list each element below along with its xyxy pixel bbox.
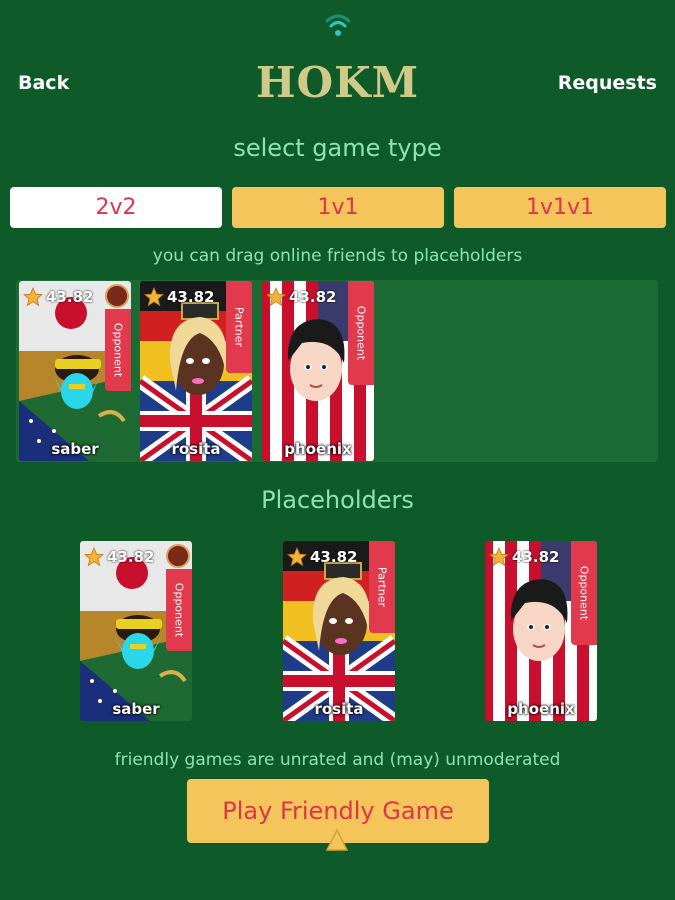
drag-hint: you can drag online friends to placehold… bbox=[152, 246, 523, 266]
placeholder-slot-phoenix[interactable]: 43.82 Opponent phoenix bbox=[485, 541, 597, 721]
role-label: Partner bbox=[375, 567, 389, 607]
role-label: Opponent bbox=[111, 322, 125, 378]
role-label: Opponent bbox=[577, 565, 591, 621]
placeholders-heading: Placeholders bbox=[261, 486, 414, 514]
role-tab: Opponent bbox=[348, 281, 374, 385]
rating-value: 43.82 bbox=[310, 548, 358, 566]
pointer-triangle-icon bbox=[325, 828, 349, 851]
star-icon bbox=[287, 547, 307, 567]
rating-value: 43.82 bbox=[107, 548, 155, 566]
player-rating: 43.82 bbox=[84, 547, 154, 567]
requests-button[interactable]: Requests bbox=[558, 72, 657, 94]
player-rating: 43.82 bbox=[144, 287, 214, 307]
player-name: rosita bbox=[314, 700, 364, 718]
role-tab: Partner bbox=[226, 281, 252, 373]
friend-card-saber[interactable]: 43.82 Opponent saber bbox=[19, 281, 131, 461]
player-rating: 43.82 bbox=[266, 287, 336, 307]
friend-card-rosita[interactable]: 43.82 Partner rosita bbox=[140, 281, 252, 461]
role-tab: Partner bbox=[369, 541, 395, 633]
rating-value: 43.82 bbox=[289, 288, 337, 306]
rating-value: 43.82 bbox=[46, 288, 94, 306]
star-icon bbox=[489, 547, 509, 567]
rating-value: 43.82 bbox=[512, 548, 560, 566]
player-rating: 43.82 bbox=[23, 287, 93, 307]
role-tab: Opponent bbox=[105, 309, 131, 391]
player-rating: 43.82 bbox=[287, 547, 357, 567]
unrated-note: friendly games are unrated and (may) unm… bbox=[114, 750, 561, 770]
select-game-type-heading: select game type bbox=[233, 134, 442, 162]
player-name: rosita bbox=[171, 440, 221, 458]
wifi-icon bbox=[326, 14, 350, 36]
star-icon bbox=[144, 287, 164, 307]
friend-card-phoenix[interactable]: 43.82 Opponent phoenix bbox=[262, 281, 374, 461]
role-label: Opponent bbox=[354, 305, 368, 361]
player-name: phoenix bbox=[507, 700, 575, 718]
placeholder-slot-rosita[interactable]: 43.82 Partner rosita bbox=[283, 541, 395, 721]
game-type-2v2-tab[interactable]: 2v2 bbox=[10, 187, 222, 228]
game-type-1v1v1-tab[interactable]: 1v1v1 bbox=[454, 187, 666, 228]
role-label: Partner bbox=[232, 307, 246, 347]
game-type-1v1-tab[interactable]: 1v1 bbox=[232, 187, 444, 228]
rating-value: 43.82 bbox=[167, 288, 215, 306]
star-icon bbox=[266, 287, 286, 307]
placeholder-slot-saber[interactable]: 43.82 Opponent saber bbox=[80, 541, 192, 721]
player-name: saber bbox=[112, 700, 160, 718]
rank-badge-icon bbox=[166, 544, 190, 568]
role-tab: Opponent bbox=[166, 569, 192, 651]
star-icon bbox=[23, 287, 43, 307]
player-name: phoenix bbox=[284, 440, 352, 458]
star-icon bbox=[84, 547, 104, 567]
player-name: saber bbox=[51, 440, 99, 458]
rank-badge-icon bbox=[105, 284, 129, 308]
role-tab: Opponent bbox=[571, 541, 597, 645]
role-label: Opponent bbox=[172, 582, 186, 638]
player-rating: 43.82 bbox=[489, 547, 559, 567]
